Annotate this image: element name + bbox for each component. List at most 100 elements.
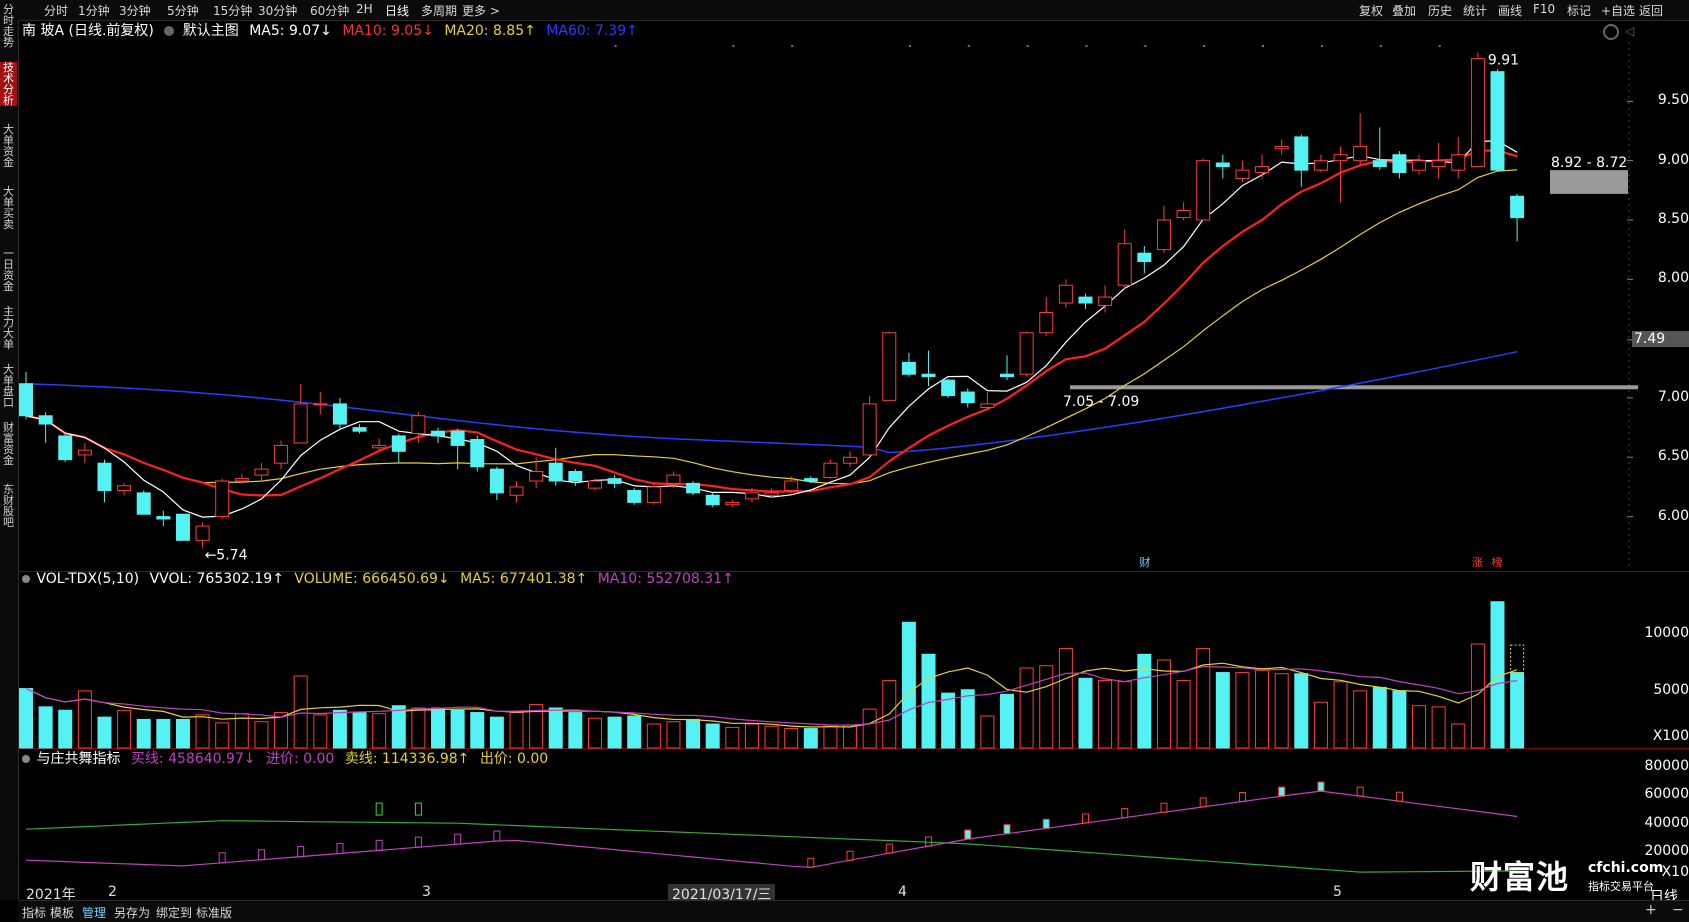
bottom-tab[interactable]: 绑定到 — [156, 904, 192, 921]
zoom-out-icon[interactable]: − — [1672, 902, 1684, 918]
candle-body — [1058, 284, 1073, 304]
period-tab[interactable]: 2H — [356, 2, 373, 16]
price-tick-label: 7.00 — [1657, 388, 1689, 405]
watermark-brand: 财富池 — [1470, 858, 1570, 896]
trend-signal-bar — [885, 843, 893, 854]
indicator-name[interactable]: 与庄共舞指标 — [36, 751, 120, 767]
bottom-tab[interactable]: 管理 — [82, 904, 106, 921]
indicator-tick-label: 40000 — [1644, 814, 1689, 831]
tool-button[interactable]: F10 — [1533, 2, 1555, 16]
volume-bar — [1098, 680, 1113, 749]
volume-bar — [686, 718, 701, 749]
candle-body — [1156, 219, 1171, 251]
trend-signal-bar — [925, 836, 933, 847]
left-nav-tab[interactable]: 技术分析 — [0, 62, 17, 106]
period-tab[interactable]: 1分钟 — [78, 2, 110, 19]
volume-header: VOL-TDX(5,10) VVOL: 765302.19↑ VOLUME: 6… — [22, 571, 740, 587]
vol-collapse-dot-icon[interactable] — [22, 575, 30, 583]
vol-ma10-value: MA10: 552708.31↑ — [597, 571, 734, 587]
stock-chart[interactable]: ←5.74 9.91 8.92 - 8.72 7.05 - 7.09 财 涨榜 — [0, 0, 1689, 921]
candle-body — [391, 435, 406, 452]
ind-collapse-dot-icon[interactable] — [22, 755, 30, 763]
volume-bar — [1451, 723, 1466, 749]
volume-bar — [1255, 669, 1270, 749]
volume-bar — [1156, 659, 1171, 749]
left-nav-tab[interactable]: 大单盘口 — [0, 364, 17, 408]
volume-bar — [411, 707, 426, 749]
volume-bar — [195, 714, 210, 749]
stock-title[interactable]: 南 玻A (日线.前复权) — [22, 23, 154, 39]
buy-signal-bar — [414, 836, 422, 848]
period-tab[interactable]: 30分钟 — [258, 2, 297, 19]
period-tab[interactable]: 15分钟 — [213, 2, 252, 19]
sell-line — [25, 820, 1518, 873]
candle-body — [195, 525, 210, 541]
tool-button[interactable]: 画线 — [1498, 2, 1522, 19]
ma10-value: MA10: 9.05↓ — [342, 23, 434, 39]
tool-button[interactable]: +自选 — [1601, 2, 1635, 19]
left-nav-tab[interactable]: 东财股吧 — [0, 484, 17, 528]
candle-body — [1294, 136, 1309, 171]
bottom-tab[interactable]: 标准版 — [196, 904, 232, 921]
low-price-label: ←5.74 — [205, 547, 248, 563]
tool-button[interactable]: 标记 — [1567, 2, 1591, 19]
price-tick-label: 8.50 — [1657, 210, 1689, 227]
tool-button[interactable]: 返回 — [1639, 2, 1663, 19]
volume-bar — [1039, 665, 1054, 749]
price-tick-label: 7.49 — [1632, 330, 1689, 347]
volume-bar — [254, 721, 269, 749]
bottom-tab[interactable]: 模板 — [50, 904, 74, 921]
period-tab[interactable]: 分时 — [44, 2, 68, 19]
period-tab[interactable]: 多周期 — [421, 2, 457, 19]
volume-bar — [19, 688, 33, 749]
period-tab[interactable]: 更多 > — [462, 2, 500, 19]
period-tab[interactable]: 3分钟 — [119, 2, 151, 19]
candle-body — [921, 373, 936, 378]
tool-button[interactable]: 叠加 — [1392, 2, 1416, 19]
signal-dot — [791, 45, 794, 47]
tool-button[interactable]: 复权 — [1359, 2, 1383, 19]
candle-body — [803, 478, 818, 482]
candle-body — [1372, 160, 1387, 168]
candle-body — [450, 430, 465, 446]
period-tab[interactable]: 60分钟 — [310, 2, 349, 19]
left-nav-tab[interactable]: 大单买卖 — [0, 186, 17, 230]
candle-body — [1255, 166, 1270, 174]
left-nav-tab[interactable]: 分时走势 — [0, 4, 17, 48]
ma60-value: MA60: 7.39↑ — [546, 23, 638, 39]
buy-signal-bar — [257, 849, 265, 861]
period-tab[interactable]: 5分钟 — [167, 2, 199, 19]
period-tab[interactable]: 日线 — [385, 2, 409, 19]
template-name[interactable]: 默认主图 — [183, 23, 239, 39]
candle-body — [646, 486, 661, 503]
settings-gear-icon[interactable] — [1603, 24, 1619, 40]
signal-dot — [908, 45, 911, 47]
bottom-tab[interactable]: 指标 — [22, 904, 46, 921]
left-nav-tab[interactable]: 财富资金 — [0, 422, 17, 466]
left-nav-tab[interactable]: 大单资金 — [0, 124, 17, 168]
candle-body — [960, 391, 975, 404]
tool-button[interactable]: 统计 — [1463, 2, 1487, 19]
zoom-in-icon[interactable]: + — [1645, 902, 1657, 918]
bottom-tab[interactable]: 另存为 — [114, 904, 150, 921]
volume-bar — [1431, 706, 1446, 749]
template-dot-icon[interactable] — [164, 26, 175, 36]
scroll-left-icon[interactable]: ◁ — [1625, 24, 1634, 38]
signal-dot — [1085, 45, 1088, 47]
signal-dot — [1203, 45, 1206, 47]
volume-bar — [862, 708, 877, 749]
volume-bar — [1294, 673, 1309, 749]
price-tick-label: 8.00 — [1657, 270, 1689, 287]
ma20-line — [25, 169, 1518, 485]
vol-indicator-name[interactable]: VOL-TDX(5,10) — [36, 571, 139, 587]
signal-dot — [1438, 45, 1441, 47]
price-tick-label: 6.50 — [1657, 448, 1689, 465]
signal-dot — [1144, 45, 1147, 47]
volume-bar — [882, 680, 897, 749]
candle-body — [1098, 296, 1113, 306]
buy-line — [25, 790, 1518, 868]
signal-dot — [1026, 45, 1029, 47]
left-nav-tab[interactable]: 一日资金 — [0, 248, 17, 292]
tool-button[interactable]: 历史 — [1428, 2, 1452, 19]
left-nav-tab[interactable]: 主力大单 — [0, 306, 17, 350]
